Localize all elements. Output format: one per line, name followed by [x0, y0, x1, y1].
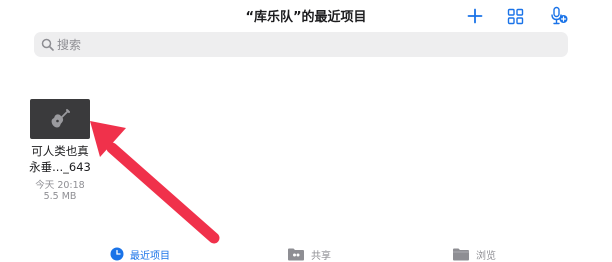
- view-toggle-button[interactable]: [504, 5, 526, 27]
- search-icon: [40, 38, 54, 52]
- file-name-line-2: 永垂..._643: [29, 160, 91, 174]
- tab-browse-label: 浏览: [476, 250, 496, 262]
- tab-browse[interactable]: 浏览: [452, 246, 496, 262]
- file-item[interactable]: 可人类也真 永垂..._643 今天 20:18 5.5 MB: [14, 97, 124, 207]
- file-name-line-1: 可人类也真: [31, 144, 89, 158]
- tab-shared-label: 共享: [311, 250, 331, 262]
- top-bar: “库乐队”的最近项目: [0, 0, 612, 30]
- tab-bar: 最近项目 共享 浏览: [0, 242, 612, 262]
- guitar-icon: [51, 109, 70, 128]
- tab-recents-label: 最近项目: [130, 250, 170, 262]
- shared-folder-icon: [288, 248, 304, 261]
- file-size: 5.5 MB: [43, 191, 77, 202]
- search-input[interactable]: [57, 37, 537, 52]
- plus-icon: [467, 8, 483, 24]
- tab-shared[interactable]: 共享: [287, 246, 331, 262]
- file-thumbnail: [30, 99, 90, 139]
- record-audio-button[interactable]: [548, 5, 570, 27]
- tab-recents[interactable]: 最近项目: [110, 246, 170, 262]
- grid-view-icon: [507, 8, 523, 24]
- file-name: 可人类也真 永垂..._643: [14, 143, 106, 175]
- add-button[interactable]: [464, 5, 486, 27]
- search-bar[interactable]: [34, 32, 568, 57]
- folder-icon: [453, 248, 469, 261]
- clock-icon: [110, 247, 124, 261]
- mic-add-icon: [551, 6, 568, 25]
- file-date: 今天 20:18: [35, 180, 85, 191]
